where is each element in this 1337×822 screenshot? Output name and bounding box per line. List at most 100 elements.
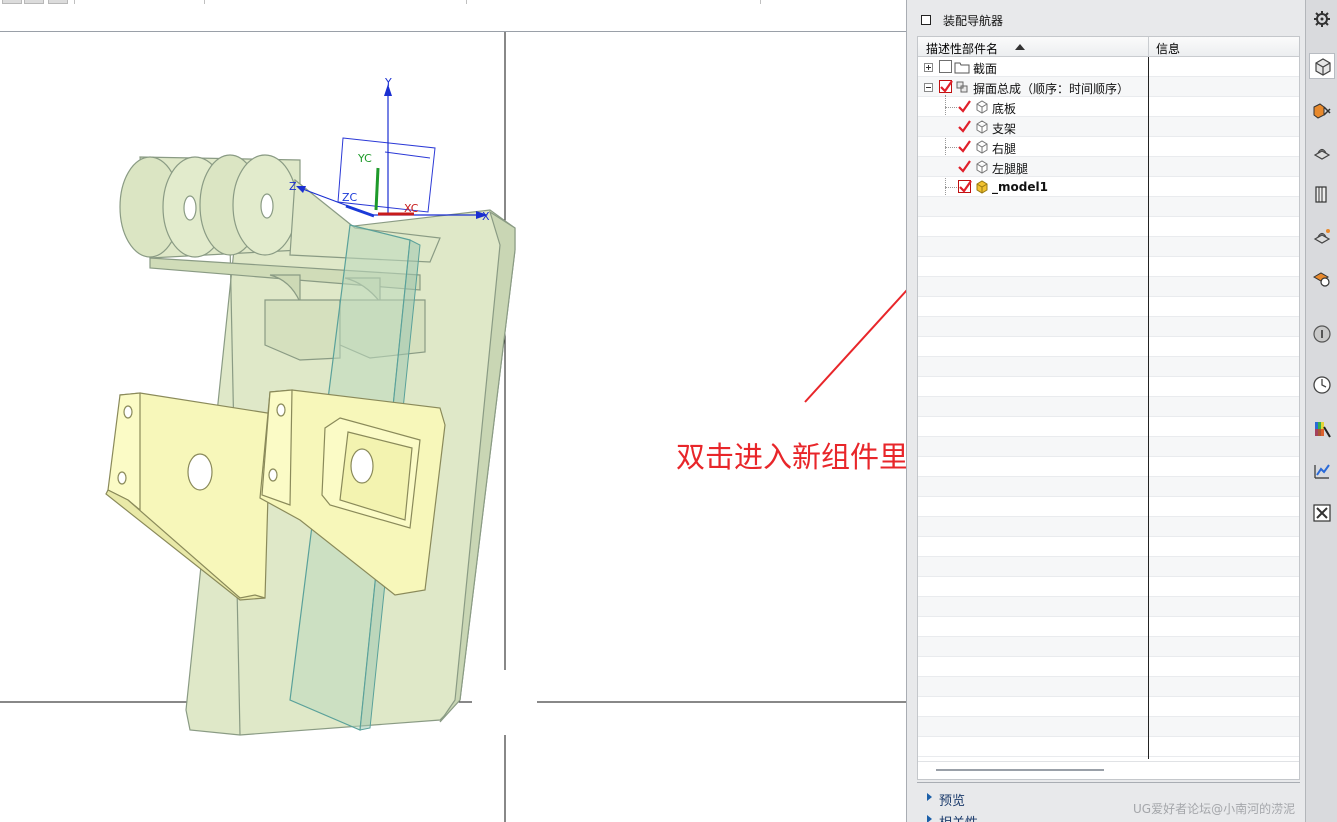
assembly-icon xyxy=(956,81,968,93)
expand-arrow-icon[interactable] xyxy=(927,793,932,801)
tree-empty-row xyxy=(918,537,1299,557)
part-icon xyxy=(976,160,988,174)
hd3d-tools-tab[interactable] xyxy=(1309,224,1335,250)
expand-icon[interactable] xyxy=(924,63,933,72)
clock-icon xyxy=(1313,376,1331,394)
part-icon xyxy=(976,120,988,134)
toolbar-separator xyxy=(466,0,467,4)
column-divider-line xyxy=(1148,57,1149,759)
horizontal-scrollbar[interactable] xyxy=(936,769,1104,771)
tree-row-label: 底板 xyxy=(992,102,1017,116)
reuse-library-icon xyxy=(1315,186,1327,203)
toolbar-button[interactable] xyxy=(48,0,68,4)
tree-empty-row xyxy=(918,217,1299,237)
tree-row-label: 截面 xyxy=(973,62,998,76)
tree-empty-row xyxy=(918,617,1299,637)
settings-icon xyxy=(1314,11,1330,27)
column-header-info[interactable]: 信息 xyxy=(1156,40,1180,57)
web-browser-icon xyxy=(1312,272,1330,287)
tree-empty-row xyxy=(918,337,1299,357)
model-view[interactable]: Y X Z YC XC ZC xyxy=(0,32,906,822)
tree-empty-row xyxy=(918,737,1299,757)
toolbar-button[interactable] xyxy=(2,0,22,4)
tree-empty-row xyxy=(918,697,1299,717)
column-divider[interactable] xyxy=(1148,37,1149,57)
dependencies-section-label: 相关性 xyxy=(939,812,978,822)
annotation-text: 双击进入新组件里面建模 xyxy=(676,440,906,474)
watermark: UG爱好者论坛@小南河的涝泥 xyxy=(1133,802,1296,816)
tree-row-part[interactable]: 右腿 xyxy=(918,137,1299,157)
history-tab[interactable] xyxy=(1309,321,1335,347)
tree-row-label: 支架 xyxy=(992,122,1017,136)
tree-empty-row xyxy=(918,497,1299,517)
checkmark-icon[interactable] xyxy=(957,119,972,134)
toolbar-separator xyxy=(204,0,205,4)
visibility-checkbox[interactable] xyxy=(939,60,952,73)
graphics-toolbar-strip xyxy=(0,0,906,32)
checkmark-icon xyxy=(959,180,972,193)
tree-empty-row xyxy=(918,517,1299,537)
preview-section-label: 预览 xyxy=(939,794,966,809)
roles-tab[interactable] xyxy=(1309,500,1335,526)
tree-row-label: 左腿腿 xyxy=(992,162,1029,176)
tree-row-sections[interactable]: 截面 xyxy=(918,57,1299,77)
column-header-name[interactable]: 描述性部件名 xyxy=(926,40,998,57)
tree-empty-row xyxy=(918,357,1299,377)
tree-row-assembly[interactable]: 摒面总成（顺序：时间顺序） xyxy=(918,77,1299,97)
tree-row-work-part[interactable]: _model1 xyxy=(918,177,1299,197)
reuse-library-tab[interactable] xyxy=(1309,181,1335,207)
toolbar-separator xyxy=(760,0,761,4)
collapse-icon[interactable] xyxy=(924,83,933,92)
part-navigator-tab[interactable] xyxy=(1309,140,1335,166)
process-studio-tab[interactable] xyxy=(1309,458,1335,484)
clock-tab[interactable] xyxy=(1309,372,1335,398)
tree-row-part[interactable]: 底板 xyxy=(918,97,1299,117)
system-materials-icon xyxy=(1315,422,1331,438)
checkmark-icon[interactable] xyxy=(957,139,972,154)
tree-row-label: 摒面总成（顺序：时间顺序） xyxy=(973,82,1130,96)
constraint-navigator-tab[interactable] xyxy=(1309,98,1335,124)
section-divider xyxy=(917,782,1300,783)
checkmark-icon[interactable] xyxy=(957,159,972,174)
web-browser-tab[interactable] xyxy=(1309,266,1335,292)
tree-empty-row xyxy=(918,657,1299,677)
navigator-titlebar[interactable]: 装配导航器 xyxy=(907,8,1306,30)
history-icon xyxy=(1313,325,1331,343)
tree-empty-row xyxy=(918,557,1299,577)
toolbar-button[interactable] xyxy=(24,0,44,4)
assembly-navigator-panel: 装配导航器 描述性部件名 信息 截面 摒面总成（顺序：时间顺序） 底板 支架 右… xyxy=(906,0,1305,822)
restore-window-icon[interactable] xyxy=(921,15,931,25)
tree-empty-row xyxy=(918,477,1299,497)
assembly-tree[interactable]: 描述性部件名 信息 截面 摒面总成（顺序：时间顺序） 底板 支架 右腿 左腿腿 … xyxy=(917,36,1300,780)
tree-empty-row xyxy=(918,677,1299,697)
assembly-navigator-tab[interactable] xyxy=(1309,53,1335,79)
checkmark-icon[interactable] xyxy=(957,99,972,114)
settings-button[interactable] xyxy=(1309,6,1335,32)
tree-empty-row xyxy=(918,297,1299,317)
axis-label-z: Z xyxy=(289,180,297,193)
tree-empty-row xyxy=(918,717,1299,737)
left-bracket[interactable] xyxy=(105,392,281,601)
folder-icon xyxy=(954,62,970,74)
sort-ascending-icon[interactable] xyxy=(1015,44,1025,50)
graphics-window[interactable]: Y X Z YC XC ZC 双击进入新组件里面建模 xyxy=(0,32,906,822)
tree-empty-row xyxy=(918,277,1299,297)
tree-empty-row xyxy=(918,197,1299,217)
tree-row-part[interactable]: 左腿腿 xyxy=(918,157,1299,177)
axis-label-yc: YC xyxy=(357,152,372,165)
system-materials-tab[interactable] xyxy=(1309,416,1335,442)
navigator-title: 装配导航器 xyxy=(943,14,1004,28)
expand-arrow-icon[interactable] xyxy=(927,815,932,822)
column-header-row: 描述性部件名 信息 xyxy=(918,37,1299,57)
part-navigator-icon xyxy=(1313,148,1331,160)
assembly-navigator-icon xyxy=(1315,58,1331,76)
axis-label-y: Y xyxy=(384,76,392,89)
tree-empty-row xyxy=(918,377,1299,397)
tree-empty-row xyxy=(918,597,1299,617)
roles-icon xyxy=(1313,504,1331,522)
tree-row-part[interactable]: 支架 xyxy=(918,117,1299,137)
toolbar-separator xyxy=(74,0,75,4)
constraint-navigator-icon xyxy=(1313,103,1331,119)
tree-empty-row xyxy=(918,437,1299,457)
axis-label-x: X xyxy=(482,210,490,223)
